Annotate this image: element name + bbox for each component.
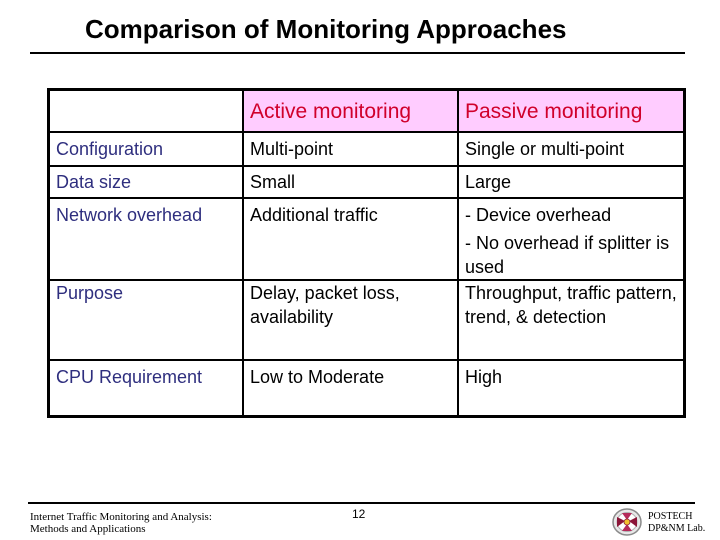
active-cell: Low to Moderate xyxy=(242,359,459,418)
header-active-monitoring: Active monitoring xyxy=(242,88,459,133)
footer-lab-line: DP&NM Lab. xyxy=(648,523,706,534)
footer-course-line: Internet Traffic Monitoring and Analysis… xyxy=(30,511,212,523)
footer-divider xyxy=(28,502,695,504)
postech-emblem-icon xyxy=(612,508,642,536)
footer-lab-line: POSTECH xyxy=(648,511,693,522)
row-label: Configuration xyxy=(47,131,244,167)
passive-cell: Single or multi-point xyxy=(457,131,686,167)
row-label: CPU Requirement xyxy=(47,359,244,418)
table-row: Data size Small Large xyxy=(47,165,686,199)
active-cell: Multi-point xyxy=(242,131,459,167)
footer-course-title: Internet Traffic Monitoring and Analysis… xyxy=(30,511,212,535)
passive-cell: - Device overhead - No overhead if split… xyxy=(457,197,686,281)
passive-cell-line: - Device overhead xyxy=(465,205,612,225)
table-header-row: Active monitoring Passive monitoring xyxy=(47,88,686,133)
title-divider xyxy=(30,52,685,54)
footer-lab-name: POSTECH DP&NM Lab. xyxy=(648,511,705,535)
table-row: Network overhead Additional traffic - De… xyxy=(47,197,686,281)
active-cell: Additional traffic xyxy=(242,197,459,281)
page-number: 12 xyxy=(352,507,366,521)
header-cell-empty xyxy=(47,88,244,133)
passive-cell: High xyxy=(457,359,686,418)
row-label: Data size xyxy=(47,165,244,199)
active-cell: Small xyxy=(242,165,459,199)
header-passive-monitoring: Passive monitoring xyxy=(457,88,686,133)
footer-course-line: Methods and Applications xyxy=(30,523,146,535)
table-row: CPU Requirement Low to Moderate High xyxy=(47,359,686,418)
passive-cell: Large xyxy=(457,165,686,199)
slide-title: Comparison of Monitoring Approaches xyxy=(85,14,567,44)
row-label: Purpose xyxy=(47,279,244,361)
active-cell: Delay, packet loss, availability xyxy=(242,279,459,361)
comparison-table: Active monitoring Passive monitoring Con… xyxy=(47,88,686,418)
passive-cell-line: - No overhead if splitter is used xyxy=(465,233,670,277)
row-label: Network overhead xyxy=(47,197,244,281)
table-row: Purpose Delay, packet loss, availability… xyxy=(47,279,686,361)
passive-cell: Throughput, traffic pattern, trend, & de… xyxy=(457,279,686,361)
table-row: Configuration Multi-point Single or mult… xyxy=(47,131,686,167)
